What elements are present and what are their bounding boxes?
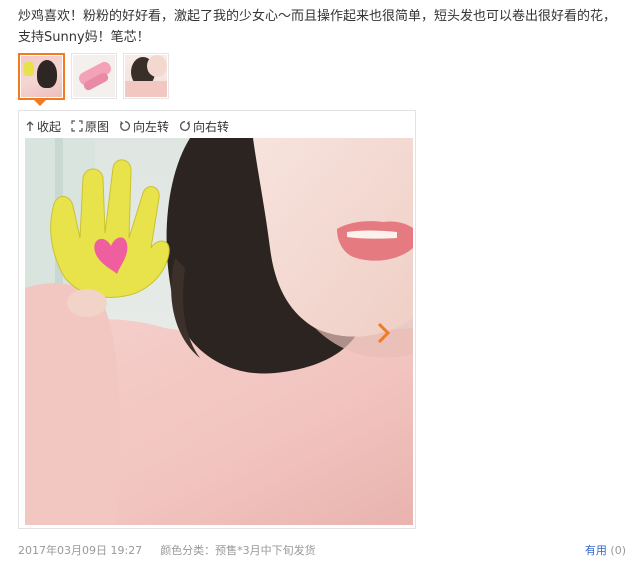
thumbnail-image <box>125 55 167 97</box>
review-meta: 2017年03月09日 19:27 颜色分类：预售*3月中下旬发货 <box>18 542 316 558</box>
collapse-button[interactable]: 收起 <box>25 118 61 135</box>
selected-thumbnail-pointer <box>33 99 47 106</box>
viewer-toolbar: 收起 原图 向左转 向右转 <box>25 117 229 135</box>
rotate-right-label: 向右转 <box>193 119 230 134</box>
thumbnail-image <box>21 56 62 97</box>
rotate-right-icon <box>180 121 191 131</box>
useful-vote: 有用 (0) <box>585 542 626 558</box>
collapse-arrow-icon <box>26 121 34 131</box>
rotate-left-button[interactable]: 向左转 <box>119 118 169 135</box>
thumbnail-2[interactable] <box>71 53 117 99</box>
thumbnail-3[interactable] <box>123 53 169 99</box>
review-variant: 颜色分类：预售*3月中下旬发货 <box>160 544 316 557</box>
review-date: 2017年03月09日 19:27 <box>18 544 143 557</box>
original-image-label: 原图 <box>85 119 110 134</box>
thumbnail-1[interactable] <box>18 53 65 100</box>
useful-button[interactable]: 有用 <box>585 544 607 557</box>
next-image-button[interactable] <box>375 321 393 345</box>
rotate-left-icon <box>119 121 131 131</box>
fullscreen-icon <box>71 120 83 132</box>
collapse-label: 收起 <box>37 119 62 134</box>
thumbnail-image <box>73 55 115 97</box>
chevron-right-icon <box>377 322 391 344</box>
image-viewer: 收起 原图 向左转 向右转 <box>18 110 416 529</box>
original-image-button[interactable]: 原图 <box>71 118 109 135</box>
useful-count: (0) <box>610 544 626 557</box>
review-text: 炒鸡喜欢！粉粉的好好看，激起了我的少女心～而且操作起来也很简单，短头发也可以卷出… <box>18 9 617 45</box>
rotate-right-button[interactable]: 向右转 <box>179 118 229 135</box>
review-photo-illustration <box>25 138 413 525</box>
rotate-left-label: 向左转 <box>133 119 170 134</box>
thumbnail-strip <box>18 53 169 100</box>
review-photo <box>25 138 413 525</box>
